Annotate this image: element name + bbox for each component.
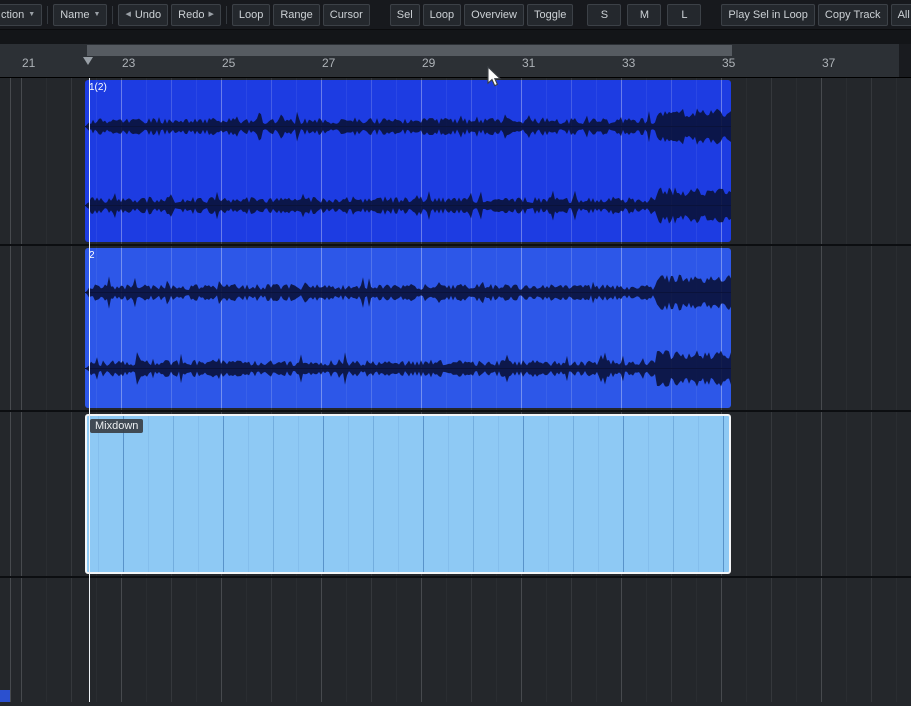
play-sel-in-loop-label: Play Sel in Loop	[728, 8, 808, 21]
audio-clip-1[interactable]: 1(2)	[85, 80, 731, 242]
range-button[interactable]: Range	[273, 3, 320, 26]
size-m-button[interactable]: M	[627, 3, 662, 26]
waveform	[85, 274, 731, 387]
audio-clip-2[interactable]: 2	[85, 248, 731, 408]
loop-region-bar[interactable]	[87, 45, 732, 56]
name-menu-label: Name	[60, 8, 90, 21]
redo-arrow-icon: ▶	[208, 11, 214, 18]
toolbar: ction ▼ Name ▼ ◀ Undo Redo ▶ Loop Range …	[0, 0, 911, 30]
toolbar-separator	[112, 5, 114, 24]
ruler-bar-label: 23	[122, 56, 136, 70]
chevron-down-icon: ▼	[93, 11, 101, 18]
track-area: 1(2) 2 Mixdown	[0, 78, 911, 702]
timeline-ruler[interactable]: 21 23 25 27 29 31 33 35 37	[0, 44, 911, 78]
clip-label: 1(2)	[89, 82, 107, 93]
size-m-label: M	[639, 8, 649, 21]
toggle-button[interactable]: Toggle	[527, 3, 574, 26]
edit-cursor-marker[interactable]	[83, 57, 93, 65]
action-menu-label: ction	[1, 8, 25, 21]
name-menu-button[interactable]: Name ▼	[53, 3, 108, 26]
ruler-bar-label: 25	[222, 56, 236, 70]
sel-button[interactable]: Sel	[389, 3, 420, 26]
ruler-bar-label: 35	[722, 56, 736, 70]
copy-track-button[interactable]: Copy Track	[817, 3, 888, 26]
copy-track-label: Copy Track	[824, 8, 881, 21]
toolbar-separator	[47, 5, 49, 24]
loop-edit-label: Loop	[238, 8, 264, 21]
scrollbar-corner-accent	[0, 690, 10, 702]
loop-view-label: Loop	[429, 8, 455, 21]
undo-arrow-icon: ◀	[125, 11, 131, 18]
undo-button[interactable]: ◀ Undo	[118, 3, 169, 26]
size-s-label: S	[600, 8, 609, 21]
mouse-cursor	[487, 66, 502, 87]
ruler-bar-label: 27	[322, 56, 336, 70]
ruler-bar-label: 21	[22, 56, 36, 70]
loop-edit-button[interactable]: Loop	[231, 3, 271, 26]
ruler-bar-label: 33	[622, 56, 636, 70]
ruler-bar-label: 31	[522, 56, 536, 70]
toolbar-separator	[225, 5, 227, 24]
edit-cursor[interactable]	[89, 78, 90, 702]
cursor-button[interactable]: Cursor	[322, 3, 370, 26]
overview-button[interactable]: Overview	[464, 3, 524, 26]
redo-button[interactable]: Redo ▶	[171, 3, 221, 26]
loop-view-button[interactable]: Loop	[422, 3, 462, 26]
all-fx-button[interactable]: All FX	[890, 3, 911, 26]
track-lane-2[interactable]: 2	[0, 246, 911, 412]
all-fx-label: All FX	[897, 8, 911, 21]
size-s-button[interactable]: S	[587, 3, 622, 26]
track-lane-3[interactable]: Mixdown	[0, 412, 911, 578]
range-label: Range	[280, 8, 313, 21]
toolbar-gap-strip	[0, 30, 911, 44]
overview-label: Overview	[471, 8, 517, 21]
ruler-bar-label: 37	[822, 56, 836, 70]
track-lane-4[interactable]	[0, 578, 911, 706]
clip-label: Mixdown	[90, 419, 144, 433]
redo-label: Redo	[178, 8, 205, 21]
ruler-corner	[899, 44, 911, 77]
toggle-label: Toggle	[534, 8, 567, 21]
play-sel-in-loop-button[interactable]: Play Sel in Loop	[721, 3, 815, 26]
cursor-label: Cursor	[329, 8, 363, 21]
size-l-button[interactable]: L	[667, 3, 702, 26]
sel-label: Sel	[396, 8, 413, 21]
mixdown-clip[interactable]: Mixdown	[85, 414, 731, 574]
waveform	[85, 108, 731, 224]
undo-label: Undo	[134, 8, 162, 21]
chevron-down-icon: ▼	[28, 11, 36, 18]
track-lane-1[interactable]: 1(2)	[0, 78, 911, 246]
size-l-label: L	[681, 8, 688, 21]
action-menu-button[interactable]: ction ▼	[0, 3, 43, 26]
ruler-bar-label: 29	[422, 56, 436, 70]
